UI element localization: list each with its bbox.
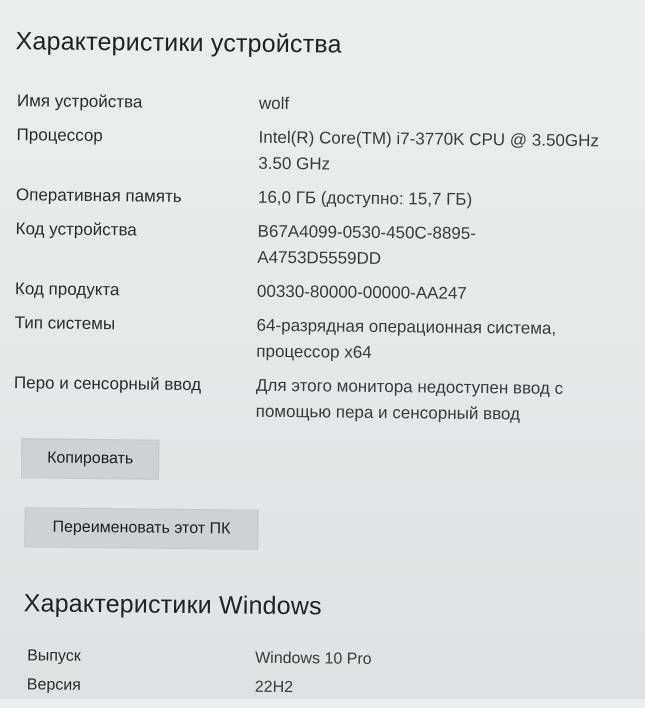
spec-value-line: 22H2 (254, 678, 294, 697)
spec-value: 22H2 (255, 675, 627, 705)
copy-button[interactable]: Копировать (20, 438, 160, 480)
spec-row-edition: Выпуск Windows 10 Pro (27, 643, 627, 675)
spec-label: Код продукта (14, 279, 120, 300)
spec-value: 00330-80000-00000-AA247 (257, 279, 629, 309)
spec-row-ram: Оперативная память 16,0 ГБ (доступно: 15… (16, 182, 636, 214)
spec-value: B67A4099-0530-450C-8895- A4753D5559DD (257, 219, 630, 275)
windows-specs-title: Характеристики Windows (23, 589, 322, 621)
spec-value: Для этого монитора недоступен ввод с пом… (256, 373, 629, 429)
spec-label: Имя устройства (16, 91, 143, 112)
settings-about-page: Характеристики устройства Имя устройства… (0, 0, 645, 706)
spec-label: Версия (26, 676, 81, 694)
spec-row-product-id: Код продукта 00330-80000-00000-AA247 (15, 276, 635, 308)
device-specs-list: Имя устройства wolf Процессор Intel(R) C… (13, 88, 637, 436)
spec-value-line: 3.50 GHz (258, 153, 331, 174)
spec-row-processor: Процессор Intel(R) Core(TM) i7-3770K CPU… (16, 122, 637, 180)
spec-label: Тип системы (14, 313, 116, 334)
spec-value: Intel(R) Core(TM) i7-3770K CPU @ 3.50GHz… (258, 125, 631, 181)
spec-row-device-id: Код устройства B67A4099-0530-450C-8895- … (15, 216, 636, 274)
spec-row-pen-touch: Перо и сенсорный ввод Для этого монитора… (14, 370, 635, 428)
spec-value: 16,0 ГБ (доступно: 15,7 ГБ) (258, 185, 630, 215)
spec-label: Выпуск (27, 647, 81, 665)
spec-label: Оперативная память (15, 185, 182, 206)
spec-value-line: процессор x64 (256, 341, 372, 362)
spec-row-device-name: Имя устройства wolf (17, 88, 637, 120)
spec-value-line: 00330-80000-00000-AA247 (256, 281, 467, 303)
spec-value: 64-разрядная операционная система, проце… (256, 313, 629, 369)
spec-value-line: Для этого монитора недоступен ввод с (255, 375, 564, 398)
spec-value-line: Intel(R) Core(TM) i7-3770K CPU @ 3.50GHz (258, 127, 600, 151)
spec-value-line: Windows 10 Pro (255, 649, 372, 668)
spec-value-line: B67A4099-0530-450C-8895- (257, 221, 477, 243)
windows-specs-list: Выпуск Windows 10 Pro Версия 22H2 (27, 643, 628, 707)
spec-value: wolf (259, 91, 631, 121)
spec-row-system-type: Тип системы 64-разрядная операционная си… (14, 310, 635, 368)
spec-value-line: wolf (258, 93, 290, 114)
spec-label: Код устройства (15, 219, 137, 240)
spec-label: Перо и сенсорный ввод (13, 373, 202, 395)
spec-value: Windows 10 Pro (255, 646, 627, 676)
spec-row-version: Версия 22H2 (27, 672, 627, 704)
spec-value-line: A4753D5559DD (257, 247, 382, 269)
device-specs-title: Характеристики устройства (15, 27, 342, 59)
spec-value-line: 64-разрядная операционная система, (256, 315, 557, 338)
spec-label: Процессор (16, 125, 103, 146)
rename-pc-button[interactable]: Переименовать этот ПК (24, 507, 259, 550)
spec-value-line: 16,0 ГБ (доступно: 15,7 ГБ) (257, 187, 473, 209)
spec-value-line: помощью пера и сенсорный ввод (255, 401, 521, 424)
